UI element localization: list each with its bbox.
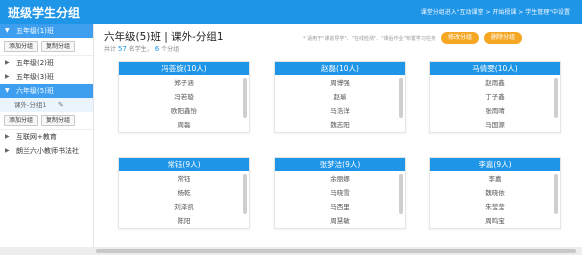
sidebar-item-calligraphy-club[interactable]: ▶ 朗兰六小教师书法社	[0, 144, 93, 158]
caret-down-icon: ▼	[5, 87, 10, 94]
usage-note: * 适用于"课前导学"、"在线检测"、"课后作业"布置学习任务	[303, 36, 436, 42]
member-item: 马国源	[485, 121, 505, 129]
subitem-label: 课外-分组1	[14, 101, 47, 109]
member-list[interactable]: 周博强赵瑜马浩洋魏志阳	[275, 75, 405, 132]
member-item: 赵雨鑫	[485, 79, 505, 87]
member-list[interactable]: 余丽娜马晓雪马西里周慧敏	[275, 171, 405, 228]
group-card[interactable]: 冯荟旋(10人) 郑子涵 冯若璇 欧阳鑫怡 周磊	[118, 61, 250, 133]
group-header: 常钰(9人)	[119, 158, 249, 171]
app-title: 班级学生分组	[8, 6, 81, 20]
add-group-button[interactable]: 添加分组	[4, 115, 39, 126]
member-list[interactable]: 赵雨鑫丁子鑫张雨晴马国源	[430, 75, 560, 132]
member-item: 周磊	[177, 121, 191, 129]
stats-suffix: 个分组	[161, 46, 180, 53]
member-item: 周慧敏	[330, 217, 350, 225]
caret-right-icon: ▶	[5, 147, 10, 154]
copy-group-button[interactable]: 复制分组	[41, 41, 76, 52]
app-header: 班级学生分组 课堂分组进入"互动课堂 > 开始授课 > 学生管理"中设置	[0, 0, 582, 24]
sidebar-item-grade5-class2[interactable]: ▶ 五年级(2)班	[0, 56, 93, 70]
member-item: 魏志阳	[330, 121, 350, 129]
member-item: 周鸣宝	[485, 217, 505, 225]
member-scrollbar[interactable]	[399, 174, 403, 214]
group-count: 6	[154, 45, 160, 53]
edit-pen-icon[interactable]: ✎	[58, 98, 64, 112]
member-item: 丁子鑫	[485, 93, 505, 101]
edit-group-button[interactable]: 修改分组	[441, 32, 480, 44]
member-scrollbar[interactable]	[243, 174, 247, 214]
stats-prefix: 共计	[104, 46, 117, 53]
member-item: 欧阳鑫怡	[171, 107, 197, 115]
group-card[interactable]: 常钰(9人) 常钰 杨乾 刘泽凯 陈阳	[118, 157, 250, 229]
group-card[interactable]: 马倩雯(10人) 赵雨鑫 丁子鑫 张雨晴 马国源	[429, 61, 561, 133]
member-item: 马浩洋	[330, 107, 350, 115]
sidebar-item-internet-education[interactable]: ▶ 互联网+教育	[0, 130, 93, 144]
scrollbar-thumb[interactable]	[96, 249, 576, 253]
member-item: 马西里	[330, 203, 350, 211]
grade-label: 朗兰六小教师书法社	[16, 147, 79, 155]
member-item: 张雨晴	[485, 107, 505, 115]
grade-label: 互联网+教育	[16, 133, 57, 141]
group-card[interactable]: 李嘉(9人) 李嘉 魏晓依 朱莹莹 周鸣宝	[429, 157, 561, 229]
grade-label: 六年级(5)班	[16, 87, 54, 95]
group-card[interactable]: 赵磊(10人) 周博强 赵瑜 马浩洋 魏志阳	[274, 61, 406, 133]
member-item: 魏晓依	[485, 189, 505, 197]
group-card[interactable]: 张梦洁(9人) 余丽娜 马晓雪 马西里 周慧敏	[274, 157, 406, 229]
caret-right-icon: ▶	[5, 73, 10, 80]
member-item: 余丽娜	[330, 175, 350, 183]
member-item: 郑子涵	[174, 79, 194, 87]
member-item: 常钰	[177, 175, 191, 183]
member-scrollbar[interactable]	[554, 174, 558, 214]
member-item: 陈阳	[177, 217, 191, 225]
stats-mid: 名学生，	[128, 46, 153, 53]
member-list[interactable]: 郑子涵冯若璇欧阳鑫怡周磊	[119, 75, 249, 132]
group-actions-row: 添加分组 复制分组	[0, 112, 93, 130]
horizontal-scrollbar[interactable]	[0, 247, 582, 255]
caret-right-icon: ▶	[5, 133, 10, 140]
member-item: 周博强	[330, 79, 350, 87]
member-item: 杨乾	[177, 189, 191, 197]
group-header: 李嘉(9人)	[430, 158, 560, 171]
member-item: 冯若璇	[174, 93, 194, 101]
caret-right-icon: ▶	[5, 59, 10, 66]
delete-group-button[interactable]: 删除分组	[484, 32, 523, 44]
main-panel: 六年级(5)班 | 课外-分组1 共计 57 名学生， 6 个分组 * 适用于"…	[97, 24, 577, 247]
class-sidebar: ▼ 五年级(1)班 添加分组 复制分组 ▶ 五年级(2)班 ▶ 五年级(3)班 …	[0, 24, 94, 247]
group-stats: 共计 57 名学生， 6 个分组	[104, 44, 179, 53]
sidebar-item-grade6-class5[interactable]: ▼ 六年级(5)班	[0, 84, 93, 98]
caret-down-icon: ▼	[5, 27, 10, 34]
copy-group-button[interactable]: 复制分组	[41, 115, 76, 126]
member-scrollbar[interactable]	[243, 78, 247, 118]
member-scrollbar[interactable]	[554, 78, 558, 118]
add-group-button[interactable]: 添加分组	[4, 41, 39, 52]
member-item: 马晓雪	[330, 189, 350, 197]
grade-label: 五年级(2)班	[16, 59, 54, 67]
member-item: 朱莹莹	[485, 203, 505, 211]
member-scrollbar[interactable]	[399, 78, 403, 118]
member-item: 刘泽凯	[174, 203, 194, 211]
group-actions-row: 添加分组 复制分组	[0, 38, 93, 56]
header-hint: 课堂分组进入"互动课堂 > 开始授课 > 学生管理"中设置	[420, 9, 570, 16]
group-header: 马倩雯(10人)	[430, 62, 560, 75]
sidebar-item-grade5-class1[interactable]: ▼ 五年级(1)班	[0, 24, 93, 38]
group-header: 冯荟旋(10人)	[119, 62, 249, 75]
member-list[interactable]: 常钰 杨乾 刘泽凯 陈阳	[119, 171, 249, 228]
page-title: 六年级(5)班 | 课外-分组1	[104, 31, 224, 43]
sidebar-subitem-group1[interactable]: 课外-分组1 ✎	[0, 98, 93, 112]
grade-label: 五年级(1)班	[16, 27, 54, 35]
member-list[interactable]: 李嘉魏晓依朱莹莹周鸣宝	[430, 171, 560, 228]
group-header: 赵磊(10人)	[275, 62, 405, 75]
member-item: 李嘉	[488, 175, 502, 183]
student-count: 57	[117, 45, 127, 53]
sidebar-item-grade5-class3[interactable]: ▶ 五年级(3)班	[0, 70, 93, 84]
group-header: 张梦洁(9人)	[275, 158, 405, 171]
grade-label: 五年级(3)班	[16, 73, 54, 81]
member-item: 赵瑜	[333, 93, 347, 101]
